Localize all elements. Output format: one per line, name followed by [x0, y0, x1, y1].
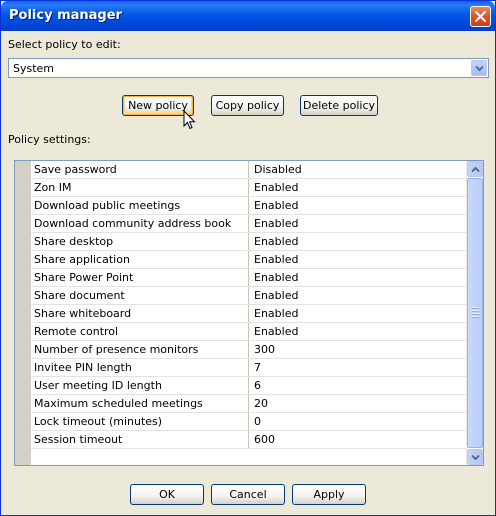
close-button[interactable]	[470, 6, 491, 27]
setting-name-cell: Lock timeout (minutes)	[31, 413, 249, 430]
table-row[interactable]: Maximum scheduled meetings 20	[31, 395, 468, 413]
setting-name-cell: Remote control	[31, 323, 249, 340]
copy-policy-button[interactable]: Copy policy	[211, 95, 284, 116]
setting-value-cell[interactable]: Enabled	[250, 251, 472, 268]
setting-value-cell[interactable]: 7	[250, 359, 472, 376]
setting-name-cell: Number of presence monitors	[31, 341, 249, 358]
table-row[interactable]: Lock timeout (minutes) 0	[31, 413, 468, 431]
setting-name-cell: Share Power Point	[31, 269, 249, 286]
setting-value-cell[interactable]: 20	[250, 395, 472, 412]
policy-select-dropdown-button[interactable]	[471, 60, 487, 76]
setting-name-cell: Zon IM	[31, 179, 249, 196]
setting-name-cell: Download public meetings	[31, 197, 249, 214]
setting-name-cell: Share document	[31, 287, 249, 304]
scroll-grip-icon	[472, 307, 479, 319]
close-icon	[475, 11, 486, 22]
window-title: Policy manager	[9, 8, 122, 23]
ok-button[interactable]: OK	[130, 484, 204, 505]
table-row[interactable]: Download community address book Enabled	[31, 215, 468, 233]
setting-value-cell[interactable]: Enabled	[250, 233, 472, 250]
policy-select[interactable]: System	[8, 58, 489, 78]
setting-name-cell: Maximum scheduled meetings	[31, 395, 249, 412]
table-row[interactable]: Zon IM Enabled	[31, 179, 468, 197]
setting-name-cell: Share whiteboard	[31, 305, 249, 322]
table-row[interactable]: Session timeout 600	[31, 431, 468, 449]
table-row[interactable]: Save password Disabled	[31, 161, 468, 179]
delete-policy-button[interactable]: Delete policy	[300, 95, 378, 116]
setting-name-cell: Share desktop	[31, 233, 249, 250]
scroll-thumb[interactable]	[467, 178, 483, 448]
policy-settings-grid[interactable]: Save password Disabled Zon IM Enabled Downlo…	[14, 160, 484, 466]
table-row[interactable]: Share desktop Enabled	[31, 233, 468, 251]
table-row[interactable]: User meeting ID length 6	[31, 377, 468, 395]
table-row[interactable]: Share document Enabled	[31, 287, 468, 305]
policy-select-value: System	[13, 62, 55, 75]
table-row[interactable]: Remote control Enabled	[31, 323, 468, 341]
table-row[interactable]: Download public meetings Enabled	[31, 197, 468, 215]
chevron-down-icon	[471, 454, 480, 461]
setting-name-cell: Session timeout	[31, 431, 249, 448]
setting-value-cell[interactable]: Enabled	[250, 215, 472, 232]
cancel-button[interactable]: Cancel	[211, 484, 285, 505]
setting-value-cell[interactable]: Enabled	[250, 287, 472, 304]
setting-name-cell: Share application	[31, 251, 249, 268]
setting-value-cell[interactable]: Enabled	[250, 179, 472, 196]
setting-name-cell: User meeting ID length	[31, 377, 249, 394]
select-policy-label: Select policy to edit:	[8, 38, 121, 51]
policy-manager-window: Policy manager Select policy to edit: Sy…	[0, 0, 496, 516]
table-row[interactable]: Invitee PIN length 7	[31, 359, 468, 377]
title-bar[interactable]: Policy manager	[1, 1, 495, 31]
scroll-up-button[interactable]	[467, 161, 483, 177]
policy-settings-label: Policy settings:	[8, 133, 91, 146]
vertical-scrollbar[interactable]	[466, 161, 483, 465]
setting-name-cell: Invitee PIN length	[31, 359, 249, 376]
table-row[interactable]: Share application Enabled	[31, 251, 468, 269]
apply-button[interactable]: Apply	[292, 484, 366, 505]
row-header-bar	[15, 161, 31, 465]
setting-name-cell: Save password	[31, 161, 249, 178]
chevron-down-icon	[475, 65, 484, 72]
setting-value-cell[interactable]: 6	[250, 377, 472, 394]
chevron-up-icon	[471, 166, 480, 173]
table-row[interactable]: Share Power Point Enabled	[31, 269, 468, 287]
setting-value-cell[interactable]: Enabled	[250, 197, 472, 214]
mouse-pointer-icon	[183, 110, 196, 130]
setting-value-cell[interactable]: Disabled	[250, 161, 472, 178]
setting-value-cell[interactable]: 600	[250, 431, 472, 448]
setting-value-cell[interactable]: 300	[250, 341, 472, 358]
table-row[interactable]: Share whiteboard Enabled	[31, 305, 468, 323]
setting-value-cell[interactable]: Enabled	[250, 305, 472, 322]
setting-value-cell[interactable]: Enabled	[250, 323, 472, 340]
setting-name-cell: Download community address book	[31, 215, 249, 232]
setting-value-cell[interactable]: 0	[250, 413, 472, 430]
table-row[interactable]: Number of presence monitors 300	[31, 341, 468, 359]
scroll-down-button[interactable]	[467, 449, 483, 465]
setting-value-cell[interactable]: Enabled	[250, 269, 472, 286]
